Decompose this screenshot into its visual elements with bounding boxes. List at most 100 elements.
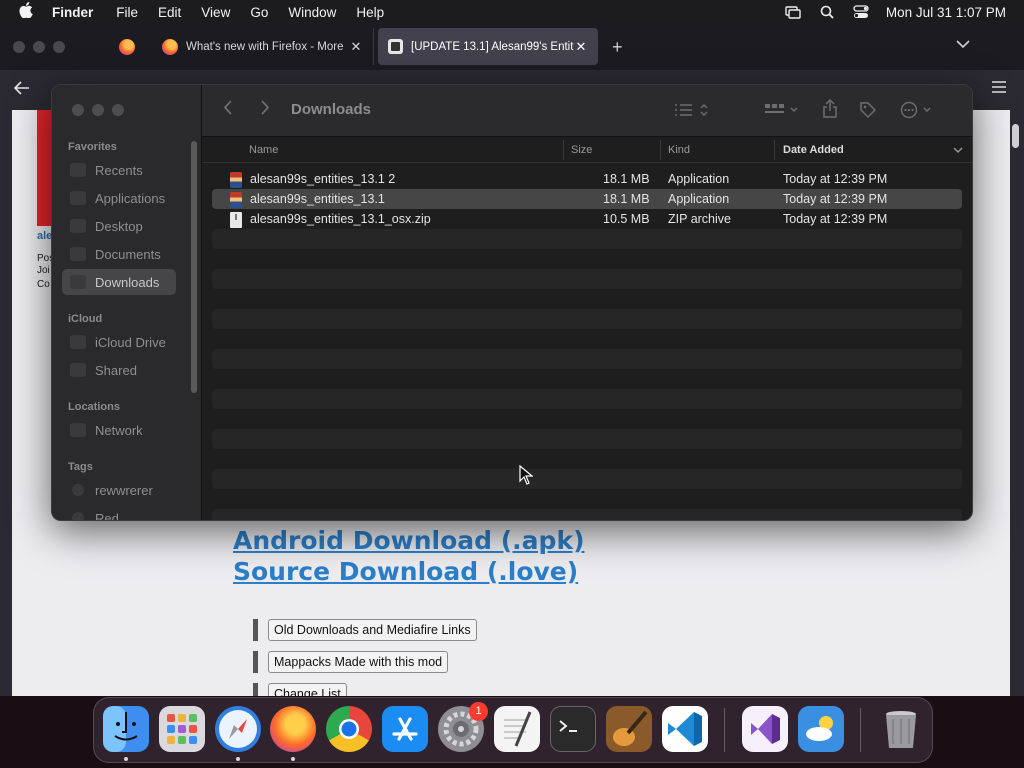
menu-view[interactable]: View — [191, 5, 240, 20]
sidebar-section-locations: Locations — [68, 401, 120, 413]
empty-row — [212, 229, 962, 249]
finder-toolbar: Downloads — [202, 85, 972, 137]
sidebar-item-desktop[interactable]: Desktop — [62, 213, 176, 239]
tag-icon[interactable] — [859, 101, 877, 123]
page-scrollbar[interactable] — [1012, 124, 1019, 148]
menu-window[interactable]: Window — [278, 5, 346, 20]
zoom-window-icon[interactable] — [112, 104, 124, 116]
tab-alesan-entities[interactable]: [UPDATE 13.1] Alesan99's Entiti ✕ — [378, 28, 598, 65]
spotlight-search-icon[interactable] — [810, 5, 844, 19]
apple-menu-icon[interactable] — [0, 2, 52, 22]
file-row[interactable]: alesan99s_entities_13.1_osx.zip 10.5 MB … — [212, 209, 962, 229]
running-indicator — [236, 757, 240, 761]
dock-safari-icon[interactable] — [215, 706, 261, 752]
list-all-tabs-icon[interactable] — [956, 37, 970, 52]
contact-meta: Co — [37, 279, 50, 290]
hamburger-menu-icon[interactable] — [992, 80, 1006, 98]
control-center-icon[interactable] — [844, 5, 878, 19]
finder-window: Favorites Recents Applications Desktop D… — [51, 84, 973, 521]
close-window-icon[interactable] — [72, 104, 84, 116]
file-size: 18.1 MB — [603, 192, 650, 206]
dock-vscode-icon[interactable] — [662, 706, 708, 752]
share-icon[interactable] — [822, 98, 838, 122]
cloud-icon — [70, 335, 86, 349]
dock-visual-studio-icon[interactable] — [742, 706, 788, 752]
back-chevron-icon[interactable] — [223, 100, 233, 119]
source-download-link[interactable]: Source Download (.love) — [233, 557, 578, 586]
file-list: alesan99s_entities_13.1 2 18.1 MB Applic… — [212, 169, 962, 520]
zip-icon — [230, 212, 242, 228]
dock-terminal-icon[interactable] — [550, 706, 596, 752]
list-view-icon[interactable] — [674, 102, 710, 122]
sidebar-item-label: Red — [95, 510, 119, 521]
minimize-window-icon[interactable] — [92, 104, 104, 116]
sidebar-item-shared[interactable]: Shared — [62, 357, 176, 383]
close-window-icon[interactable] — [13, 41, 25, 53]
empty-row — [212, 309, 962, 329]
screen-mirroring-icon[interactable] — [776, 5, 810, 19]
column-header-name[interactable]: Name — [249, 144, 278, 156]
sidebar-tag-red[interactable]: Red — [62, 505, 176, 521]
column-divider[interactable] — [660, 140, 661, 160]
menu-help[interactable]: Help — [346, 5, 394, 20]
file-date-added: Today at 12:39 PM — [783, 172, 888, 186]
clock-icon — [70, 163, 86, 177]
back-arrow-icon[interactable] — [13, 80, 30, 100]
dock-chrome-icon[interactable] — [326, 706, 372, 752]
sidebar-scrollbar[interactable] — [191, 141, 197, 393]
tab-title: [UPDATE 13.1] Alesan99's Entiti — [411, 40, 574, 53]
new-tab-button[interactable]: + — [612, 37, 623, 58]
close-tab-icon[interactable]: ✕ — [574, 39, 588, 55]
sidebar-item-applications[interactable]: Applications — [62, 185, 176, 211]
post-author-link[interactable]: ale — [37, 230, 52, 242]
menu-go[interactable]: Go — [240, 5, 278, 20]
group-by-icon[interactable] — [764, 102, 800, 122]
more-actions-icon[interactable] — [900, 101, 934, 123]
sidebar-item-network[interactable]: Network — [62, 417, 176, 443]
file-list-header: Name Size Kind Date Added — [202, 137, 972, 163]
sidebar-item-documents[interactable]: Documents — [62, 241, 176, 267]
android-download-link[interactable]: Android Download (.apk) — [233, 526, 585, 555]
menu-file[interactable]: File — [106, 5, 148, 20]
column-divider[interactable] — [774, 140, 775, 160]
column-header-date-added[interactable]: Date Added — [783, 144, 844, 156]
firefox-icon — [162, 38, 178, 55]
sort-chevron-down-icon[interactable] — [953, 145, 963, 157]
dock-finder-icon[interactable] — [103, 706, 149, 752]
forward-chevron-icon[interactable] — [260, 100, 270, 119]
menu-clock[interactable]: Mon Jul 31 1:07 PM — [878, 5, 1024, 20]
mouse-cursor-icon — [519, 465, 533, 485]
column-header-kind[interactable]: Kind — [668, 144, 690, 156]
dock-trash-icon[interactable] — [878, 706, 924, 752]
close-tab-icon[interactable]: ✕ — [349, 39, 363, 55]
column-divider[interactable] — [563, 140, 564, 160]
dock-weather-icon[interactable] — [798, 706, 844, 752]
mappacks-button[interactable]: Mappacks Made with this mod — [268, 651, 449, 673]
dock-textedit-icon[interactable] — [494, 706, 540, 752]
shared-folder-icon — [70, 363, 86, 377]
change-list-button[interactable]: Change List — [268, 683, 347, 696]
pinned-tab-firefox[interactable] — [108, 28, 146, 65]
column-header-size[interactable]: Size — [571, 144, 592, 156]
menu-app-finder[interactable]: Finder — [52, 5, 106, 20]
sidebar-item-recents[interactable]: Recents — [62, 157, 176, 183]
dock-firefox-icon[interactable] — [270, 706, 316, 752]
dock-app-store-icon[interactable] — [382, 706, 428, 752]
running-indicator — [291, 757, 295, 761]
file-row[interactable]: alesan99s_entities_13.1 2 18.1 MB Applic… — [212, 169, 962, 189]
sidebar-tag-rewwrerer[interactable]: rewwrerer — [62, 477, 176, 503]
old-downloads-button[interactable]: Old Downloads and Mediafire Links — [268, 619, 477, 641]
zoom-window-icon[interactable] — [53, 41, 65, 53]
file-row-selected[interactable]: alesan99s_entities_13.1 18.1 MB Applicat… — [212, 189, 962, 209]
dock-launchpad-icon[interactable] — [159, 706, 205, 752]
dock-garageband-icon[interactable] — [606, 706, 652, 752]
menu-edit[interactable]: Edit — [148, 5, 191, 20]
tab-whats-new[interactable]: What's new with Firefox - More ✕ — [152, 28, 374, 65]
sidebar-item-downloads[interactable]: Downloads — [62, 269, 176, 295]
file-size: 18.1 MB — [603, 172, 650, 186]
sidebar-item-icloud-drive[interactable]: iCloud Drive — [62, 329, 176, 355]
tag-dot-icon — [72, 512, 84, 520]
minimize-window-icon[interactable] — [33, 41, 45, 53]
finder-window-title: Downloads — [291, 101, 372, 118]
sidebar-section-tags: Tags — [68, 461, 93, 473]
